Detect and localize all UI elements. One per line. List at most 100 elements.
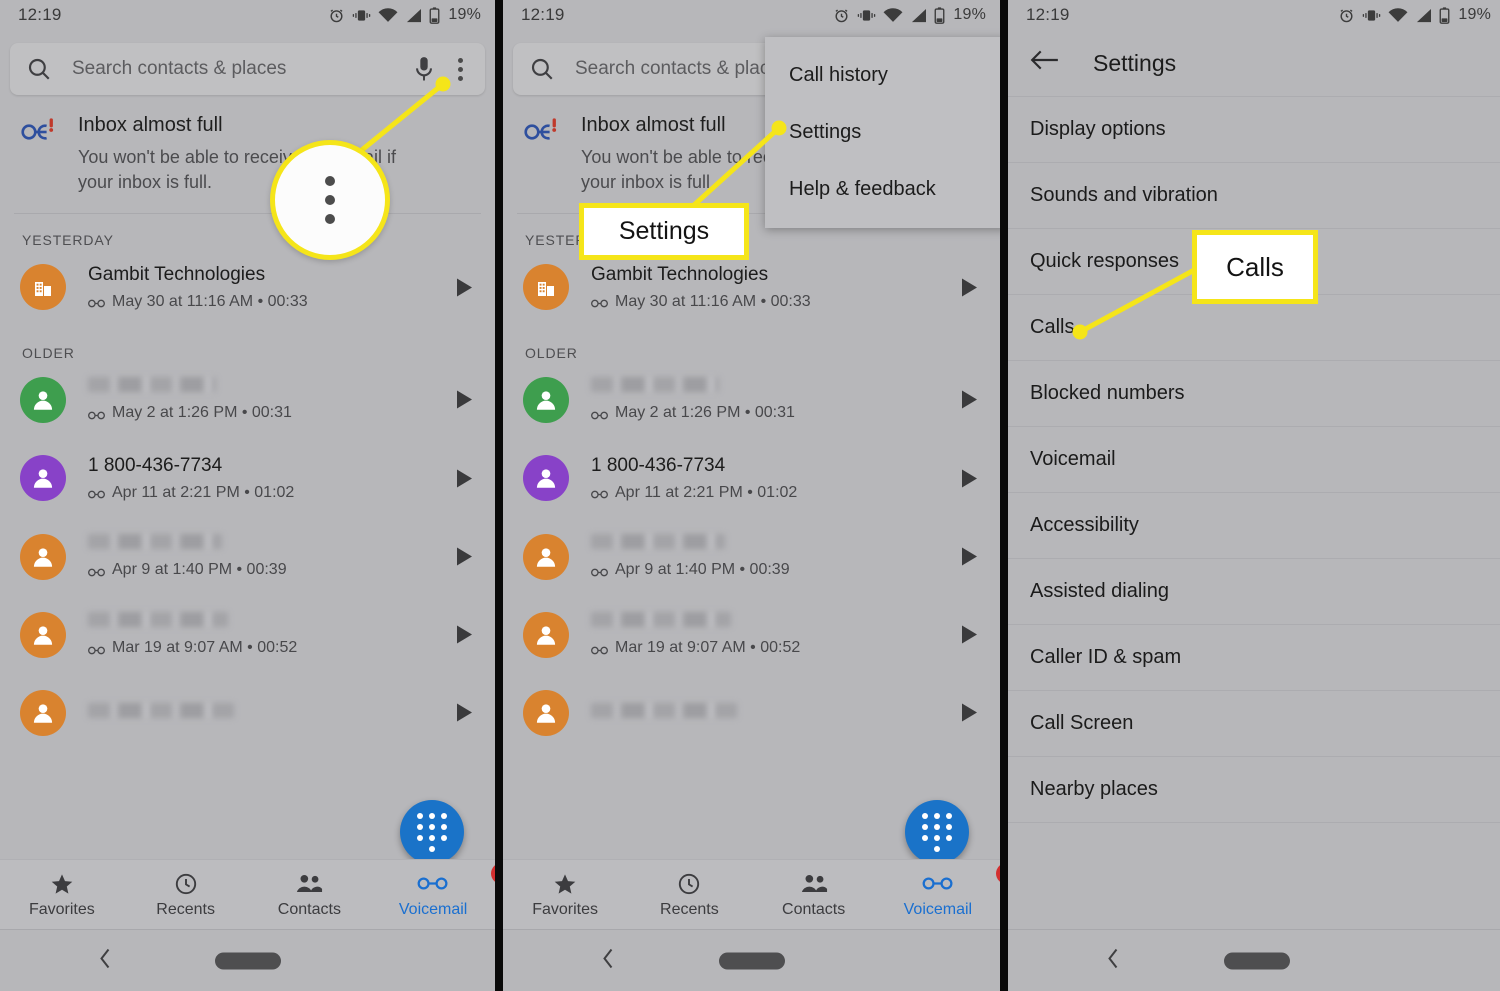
voicemail-mini-icon [88,565,105,576]
caller-name: 1 800-436-7734 [591,454,726,476]
caller-name-redacted [88,377,216,393]
list-item[interactable]: Gambit Technologies May 30 at 11:16 AM •… [0,248,495,327]
list-item[interactable]: 1 800-436-7734 Apr 11 at 2:21 PM • 01:02 [503,439,1000,518]
nav-tab-favorites[interactable]: Favorites [503,871,627,919]
people-icon [752,871,876,897]
play-icon[interactable] [956,389,982,410]
play-icon[interactable] [956,624,982,645]
back-chevron-icon[interactable] [601,946,616,975]
play-icon[interactable] [451,624,477,645]
play-icon[interactable] [451,468,477,489]
list-item[interactable] [0,674,495,752]
settings-item-blocked-numbers[interactable]: Blocked numbers [1008,361,1500,427]
call-meta: May 30 at 11:16 AM • 00:33 [591,293,956,311]
list-item[interactable]: 1 800-436-7734 Apr 11 at 2:21 PM • 01:02 [0,439,495,518]
panel-2-overflow-menu-open: 12:19 19% Search contacts & places Inbox… [503,0,1000,991]
section-header-older: OLDER [22,344,75,361]
menu-item-call-history[interactable]: Call history [765,47,1000,104]
nav-tab-favorites[interactable]: Favorites [0,871,124,919]
nav-tab-contacts[interactable]: Contacts [752,871,876,919]
wifi-icon [883,7,903,23]
back-chevron-icon[interactable] [1106,946,1121,975]
callout-calls: Calls [1192,230,1318,304]
avatar [20,264,66,311]
play-icon[interactable] [451,702,477,723]
call-timestamp: May 2 at 1:26 PM • 00:31 [112,404,292,422]
menu-item-settings[interactable]: Settings [765,104,1000,161]
nav-label: Voicemail [903,900,973,918]
clock-icon [124,871,248,897]
voicemail-mini-icon [591,487,608,499]
settings-item-call-screen[interactable]: Call Screen [1008,691,1500,757]
home-pill-icon[interactable] [214,952,281,969]
back-arrow-icon[interactable] [1030,48,1060,78]
settings-item-display-options[interactable]: Display options [1008,97,1500,163]
voicemail-mini-icon [591,643,608,654]
overflow-menu-icon[interactable] [449,57,471,81]
bottom-navigation: Favorites Recents Contacts Voicemail [0,859,495,929]
call-meta: Apr 9 at 1:40 PM • 00:39 [88,561,451,579]
list-item[interactable]: Apr 9 at 1:40 PM • 00:39 [503,518,1000,596]
play-icon[interactable] [956,702,982,723]
nav-label: Contacts [277,900,341,918]
battery-icon [934,6,945,24]
list-item[interactable]: Mar 19 at 9:07 AM • 00:52 [503,596,1000,674]
nav-tab-recents[interactable]: Recents [124,871,248,919]
nav-tab-voicemail[interactable]: 1 Voicemail [371,862,495,919]
page-title: Settings [1093,49,1177,76]
list-item[interactable]: Gambit Technologies May 30 at 11:16 AM •… [503,248,1000,327]
wifi-icon [378,7,398,23]
list-item[interactable]: May 2 at 1:26 PM • 00:31 [503,361,1000,439]
play-icon[interactable] [451,389,477,410]
nav-tab-voicemail[interactable]: 1 Voicemail [876,862,1000,919]
signal-icon [910,8,927,23]
list-item[interactable]: Apr 9 at 1:40 PM • 00:39 [0,518,495,596]
caller-name-redacted [591,612,731,628]
settings-item-accessibility[interactable]: Accessibility [1008,493,1500,559]
settings-item-assisted-dialing[interactable]: Assisted dialing [1008,559,1500,625]
home-pill-icon[interactable] [718,952,785,969]
call-meta: May 30 at 11:16 AM • 00:33 [88,293,451,311]
voicemail-icon: 1 [371,862,495,897]
avatar [20,376,66,423]
voicemail-mini-icon [591,565,608,576]
app-bar: Settings [1008,30,1500,96]
system-navigation-bar [1008,929,1500,991]
list-item[interactable]: Mar 19 at 9:07 AM • 00:52 [0,596,495,674]
play-icon[interactable] [956,468,982,489]
menu-item-help-feedback[interactable]: Help & feedback [765,161,1000,218]
dialpad-fab[interactable] [905,800,969,864]
list-item[interactable]: May 2 at 1:26 PM • 00:31 [0,361,495,439]
microphone-icon[interactable] [413,56,435,82]
battery-percent: 19% [953,6,986,23]
call-meta: May 2 at 1:26 PM • 00:31 [88,404,451,422]
settings-item-voicemail[interactable]: Voicemail [1008,427,1500,493]
overflow-menu-icon [325,176,335,224]
play-icon[interactable] [956,546,982,567]
play-icon[interactable] [956,277,982,298]
search-icon [26,56,52,82]
settings-item-calls[interactable]: Calls [1008,295,1500,361]
avatar [20,455,66,502]
play-icon[interactable] [451,546,477,567]
search-bar[interactable]: Search contacts & places [10,43,485,95]
list-item[interactable] [503,674,1000,752]
settings-item-nearby-places[interactable]: Nearby places [1008,757,1500,823]
home-pill-icon[interactable] [1223,952,1290,969]
panel-1-voicemail-list: 12:19 19% Search contacts & places Inbox… [0,0,495,991]
caller-name-redacted [88,702,234,718]
settings-item-sounds-and-vibration[interactable]: Sounds and vibration [1008,163,1500,229]
dialpad-icon [417,812,447,852]
settings-item-caller-id-and-spam[interactable]: Caller ID & spam [1008,625,1500,691]
nav-label: Recents [156,900,215,918]
play-icon[interactable] [451,277,477,298]
status-bar-clock: 12:19 [18,5,62,24]
status-bar: 12:19 19% [0,0,495,30]
dialpad-fab[interactable] [400,800,464,864]
back-chevron-icon[interactable] [98,946,113,975]
search-input[interactable]: Search contacts & places [72,58,413,80]
older-call-list: May 2 at 1:26 PM • 00:31 1 800-436-7734 [0,361,495,752]
nav-tab-contacts[interactable]: Contacts [248,871,372,919]
nav-tab-recents[interactable]: Recents [627,871,751,919]
vibrate-icon [352,8,371,23]
